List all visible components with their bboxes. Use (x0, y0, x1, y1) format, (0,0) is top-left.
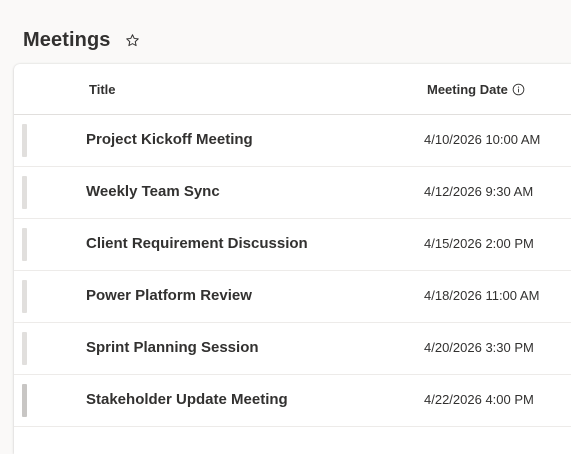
row-selection-handle[interactable] (22, 176, 27, 209)
row-title[interactable]: Power Platform Review (86, 287, 252, 304)
list-row[interactable]: Weekly Team Sync 4/12/2026 9:30 AM (14, 167, 571, 219)
column-header-meeting-date-label: Meeting Date (427, 82, 508, 97)
row-title[interactable]: Sprint Planning Session (86, 339, 259, 356)
list-card: Title Meeting Date Project Kickoff Meeti… (14, 64, 571, 454)
list-row[interactable]: Power Platform Review 4/18/2026 11:00 AM (14, 271, 571, 323)
page-title: Meetings (23, 28, 111, 51)
row-meeting-date: 4/12/2026 9:30 AM (424, 184, 534, 199)
favorite-star-icon[interactable] (123, 31, 141, 49)
row-selection-handle[interactable] (22, 228, 27, 261)
row-title[interactable]: Client Requirement Discussion (86, 235, 308, 252)
row-meeting-date: 4/10/2026 10:00 AM (424, 132, 541, 147)
row-selection-handle[interactable] (22, 280, 27, 313)
info-icon[interactable] (512, 83, 525, 96)
column-header-meeting-date[interactable]: Meeting Date (427, 82, 525, 97)
list-row[interactable]: Client Requirement Discussion 4/15/2026 … (14, 219, 571, 271)
page-header: Meetings (23, 26, 141, 54)
row-title[interactable]: Stakeholder Update Meeting (86, 391, 288, 408)
row-meeting-date: 4/15/2026 2:00 PM (424, 236, 534, 251)
row-title[interactable]: Weekly Team Sync (86, 183, 220, 200)
list-row[interactable]: Project Kickoff Meeting 4/10/2026 10:00 … (14, 115, 571, 167)
list-row[interactable]: Stakeholder Update Meeting 4/22/2026 4:0… (14, 375, 571, 427)
row-meeting-date: 4/18/2026 11:00 AM (424, 288, 540, 303)
list-row[interactable]: Sprint Planning Session 4/20/2026 3:30 P… (14, 323, 571, 375)
row-selection-handle[interactable] (22, 384, 27, 417)
column-header-title[interactable]: Title (89, 82, 116, 97)
list-header: Title Meeting Date (14, 64, 571, 115)
row-meeting-date: 4/20/2026 3:30 PM (424, 340, 534, 355)
row-selection-handle[interactable] (22, 124, 27, 157)
row-meeting-date: 4/22/2026 4:00 PM (424, 392, 534, 407)
row-selection-handle[interactable] (22, 332, 27, 365)
row-title[interactable]: Project Kickoff Meeting (86, 131, 253, 148)
